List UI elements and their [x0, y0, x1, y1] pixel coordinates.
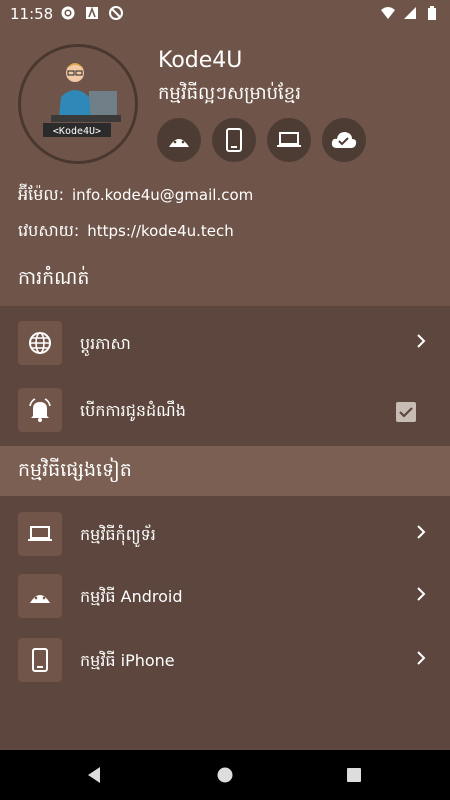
bell-icon	[29, 398, 51, 422]
profile-header: <Kode4U> Kode4U កម្មវិធីល្អៗសម្រាប់ខ្មែរ	[0, 26, 450, 174]
website-label: វេបសាយ:	[18, 221, 80, 240]
notifications-checkbox[interactable]	[396, 402, 416, 422]
chevron-right-icon	[417, 651, 426, 665]
more-apps-section-title: កម្មវិធីផ្សេងទៀត	[18, 459, 132, 481]
check-icon	[399, 407, 413, 418]
email-label: អ៊ីម៉ែល:	[18, 185, 65, 204]
app-tagline: កម្មវិធីល្អៗសម្រាប់ខ្មែរ	[158, 83, 301, 104]
notifications-label: បើកការជូនដំណឹង	[80, 401, 186, 420]
laptop-icon	[277, 132, 301, 147]
back-icon[interactable]	[86, 766, 102, 784]
recents-icon[interactable]	[346, 766, 362, 784]
cloud-check-icon	[331, 132, 357, 148]
android-icon	[30, 595, 50, 603]
status-time: 11:58	[10, 5, 54, 23]
notifications-row[interactable]: បើកការជូនដំណឹង	[0, 376, 450, 440]
status-bar: 11:58	[0, 0, 450, 26]
navigation-bar	[0, 750, 450, 800]
android-apps-label: កម្មវិធី Android	[80, 587, 183, 606]
phone-icon	[226, 128, 242, 152]
avatar: <Kode4U>	[18, 44, 138, 164]
settings-section-title: ការកំណត់	[18, 267, 90, 289]
iphone-apps-label: កម្មវិធី iPhone	[80, 651, 175, 670]
laptop-platform-button[interactable]	[267, 118, 311, 162]
android-platform-button[interactable]	[157, 118, 201, 162]
app-name: Kode4U	[158, 48, 243, 73]
settings-icon	[61, 6, 75, 20]
phone-icon	[32, 648, 48, 672]
desktop-apps-row[interactable]: កម្មវិធីកុំព្យូទ័រ	[0, 500, 450, 564]
developer-illustration-icon: <Kode4U>	[43, 63, 121, 137]
wifi-icon	[381, 7, 395, 19]
chevron-right-icon	[417, 525, 426, 539]
cloud-platform-button[interactable]	[322, 118, 366, 162]
signal-icon	[404, 7, 416, 19]
do-not-disturb-icon	[109, 6, 123, 20]
website-value[interactable]: https://kode4u.tech	[87, 222, 234, 240]
email-row[interactable]: អ៊ីម៉ែល: info.kode4u@gmail.com	[18, 184, 253, 208]
globe-icon	[29, 332, 51, 354]
desktop-apps-label: កម្មវិធីកុំព្យូទ័រ	[80, 525, 156, 544]
iphone-apps-row[interactable]: កម្មវិធី iPhone	[0, 626, 450, 690]
email-value[interactable]: info.kode4u@gmail.com	[72, 186, 253, 204]
chevron-right-icon	[417, 334, 426, 348]
a-box-icon	[86, 6, 98, 19]
settings-panel: ប្តូរភាសា បើកការជូនដំណឹង	[0, 306, 450, 446]
more-apps-panel: កម្មវិធីកុំព្យូទ័រ កម្មវិធី Android កម្ម…	[0, 496, 450, 750]
avatar-caption: <Kode4U>	[53, 126, 101, 137]
android-icon	[169, 139, 189, 147]
home-icon[interactable]	[217, 766, 233, 784]
website-row[interactable]: វេបសាយ: https://kode4u.tech	[18, 220, 234, 244]
chevron-right-icon	[417, 587, 426, 601]
change-language-row[interactable]: ប្តូរភាសា	[0, 309, 450, 373]
change-language-label: ប្តូរភាសា	[80, 334, 131, 353]
battery-icon	[428, 6, 436, 20]
laptop-icon	[28, 526, 52, 541]
android-apps-row[interactable]: កម្មវិធី Android	[0, 562, 450, 626]
phone-platform-button[interactable]	[212, 118, 256, 162]
